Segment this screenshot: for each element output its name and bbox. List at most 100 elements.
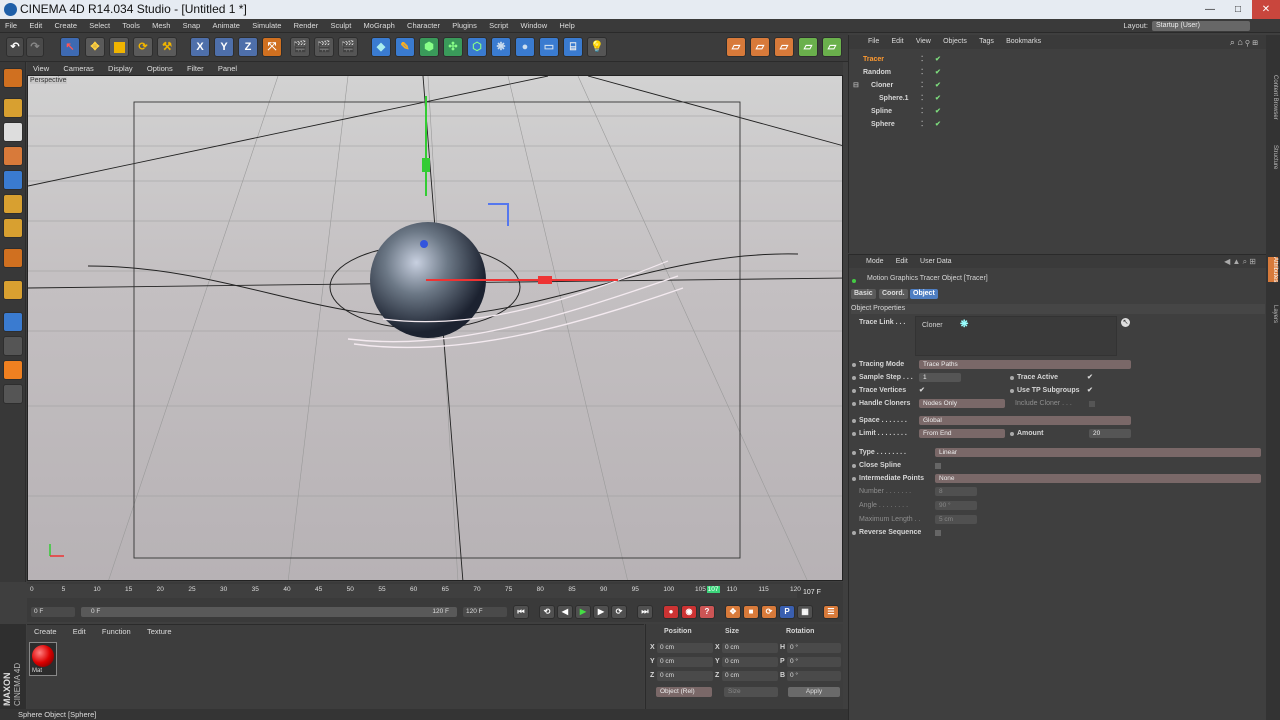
go-to-end-icon[interactable]: ⏭ xyxy=(637,605,653,619)
handle-cloners-select[interactable]: Nodes Only xyxy=(919,399,1005,408)
model-tool-icon[interactable] xyxy=(3,98,23,118)
viewport-menu-cameras[interactable]: Cameras xyxy=(57,62,99,75)
attr-menu-user-data[interactable]: User Data xyxy=(915,255,957,268)
menu-character[interactable]: Character xyxy=(402,19,445,33)
coord-size-mode-select[interactable]: Size xyxy=(724,687,778,697)
material-menu-function[interactable]: Function xyxy=(95,625,138,639)
tracing-mode-select[interactable]: Trace Paths xyxy=(919,360,1131,369)
timeline-playhead[interactable]: 107 xyxy=(706,586,720,593)
visibility-dots-icon[interactable]: ⁚ xyxy=(921,118,923,131)
tab-object[interactable]: Object xyxy=(910,289,938,299)
menu-select[interactable]: Select xyxy=(84,19,115,33)
next-frame-icon[interactable]: ▶ xyxy=(593,605,609,619)
camera-object-icon[interactable]: ⌸ xyxy=(563,37,583,57)
menu-mograph[interactable]: MoGraph xyxy=(359,19,400,33)
trace-active-checkbox[interactable]: ✔ xyxy=(1087,373,1093,383)
start-frame-field[interactable]: 0 F xyxy=(31,607,75,617)
visibility-dots-icon[interactable]: ⁚ xyxy=(921,92,923,105)
object-row-tracer[interactable]: Tracer ⁚ ✔ xyxy=(853,53,1263,66)
viewport-menu-view[interactable]: View xyxy=(27,62,55,75)
material-menu-edit[interactable]: Edit xyxy=(66,625,93,639)
sculpt-tool-icon[interactable] xyxy=(3,360,23,380)
menu-tools[interactable]: Tools xyxy=(117,19,145,33)
viewport-menu-display[interactable]: Display xyxy=(102,62,139,75)
x-axis-lock-button[interactable]: X xyxy=(190,37,210,57)
make-editable-icon[interactable] xyxy=(3,68,23,88)
tab-coord[interactable]: Coord. xyxy=(879,289,908,299)
objmgr-menu-file[interactable]: File xyxy=(863,35,884,49)
layout-select[interactable]: Startup (User) xyxy=(1152,21,1250,31)
use-tp-subgroups-checkbox[interactable]: ✔ xyxy=(1087,386,1093,396)
menu-sculpt[interactable]: Sculpt xyxy=(325,19,356,33)
coord-pos-x-field[interactable]: 0 cm xyxy=(657,643,713,653)
intermediate-points-select[interactable]: None xyxy=(935,474,1261,483)
render-settings-icon[interactable]: 🎬 xyxy=(338,37,358,57)
coord-mode-select[interactable]: Object (Rel) xyxy=(656,687,712,697)
redo-icon[interactable]: ↷ xyxy=(26,37,44,57)
coord-size-z-field[interactable]: 0 cm xyxy=(722,671,778,681)
rotate-tool-icon[interactable]: ⟳ xyxy=(133,37,153,57)
key-pla-icon[interactable]: ▦ xyxy=(797,605,813,619)
recent-tools-icon[interactable]: ⚒ xyxy=(157,37,177,57)
timeline-settings-icon[interactable]: ☰ xyxy=(823,605,839,619)
scene-object-icon[interactable]: ❋ xyxy=(491,37,511,57)
coord-rot-h-field[interactable]: 0 ° xyxy=(787,643,841,653)
amount-field[interactable]: 20 xyxy=(1089,429,1131,438)
light-object-icon[interactable]: 💡 xyxy=(587,37,607,57)
tab-layers[interactable]: Layers xyxy=(1268,305,1278,323)
coord-apply-button[interactable]: Apply xyxy=(788,687,840,697)
autokey-icon[interactable]: ◉ xyxy=(681,605,697,619)
key-parameter-icon[interactable]: P xyxy=(779,605,795,619)
visibility-dots-icon[interactable]: ⁚ xyxy=(921,105,923,118)
prev-key-icon[interactable]: ⟲ xyxy=(539,605,555,619)
undo-icon[interactable]: ↶ xyxy=(6,37,24,57)
objmgr-menu-edit[interactable]: Edit xyxy=(887,35,909,49)
reverse-sequence-checkbox[interactable] xyxy=(935,530,941,536)
visibility-dots-icon[interactable]: ⁚ xyxy=(921,53,923,66)
cube-primitive-icon[interactable]: ◆ xyxy=(371,37,391,57)
window-maximize-button[interactable]: □ xyxy=(1224,0,1252,19)
key-scale-icon[interactable]: ■ xyxy=(743,605,759,619)
render-picture-viewer-icon[interactable]: 🎬 xyxy=(314,37,334,57)
trace-link-pick-icon[interactable]: ↖ xyxy=(1121,318,1130,327)
snap-tool-icon[interactable] xyxy=(3,312,23,332)
coord-rot-b-field[interactable]: 0 ° xyxy=(787,671,841,681)
material-menu-create[interactable]: Create xyxy=(27,625,64,639)
model-mode-icon[interactable]: ▱ xyxy=(798,37,818,57)
menu-simulate[interactable]: Simulate xyxy=(247,19,286,33)
timeline-ruler[interactable]: 0 5 10 15 20 25 30 35 40 45 50 55 60 65 70 75 80 85 90 95 10… xyxy=(27,584,801,598)
number-field[interactable]: 8 xyxy=(935,487,977,496)
maximum-length-field[interactable]: 5 cm xyxy=(935,515,977,524)
record-icon[interactable]: ● xyxy=(663,605,679,619)
texture-tool-icon[interactable] xyxy=(3,122,23,142)
tweak-tool-icon[interactable] xyxy=(3,280,23,300)
perspective-viewport[interactable]: Perspective xyxy=(27,75,843,581)
menu-file[interactable]: File xyxy=(0,19,22,33)
scale-tool-icon[interactable] xyxy=(109,37,129,57)
tab-basic[interactable]: Basic xyxy=(851,289,876,299)
trace-vertices-checkbox[interactable]: ✔ xyxy=(919,386,925,396)
menu-snap[interactable]: Snap xyxy=(178,19,206,33)
coord-pos-z-field[interactable]: 0 cm xyxy=(657,671,713,681)
type-select[interactable]: Linear xyxy=(935,448,1261,457)
deformer-icon[interactable]: ⬡ xyxy=(467,37,487,57)
include-cloner-checkbox[interactable] xyxy=(1089,401,1095,407)
objmgr-menu-view[interactable]: View xyxy=(911,35,936,49)
enabled-check-icon[interactable]: ✔ xyxy=(935,105,941,118)
viewport-menu-filter[interactable]: Filter xyxy=(181,62,210,75)
polygons-tool-icon[interactable] xyxy=(3,218,23,238)
window-minimize-button[interactable]: — xyxy=(1196,0,1224,19)
z-axis-lock-button[interactable]: Z xyxy=(238,37,258,57)
enabled-check-icon[interactable]: ✔ xyxy=(935,92,941,105)
visibility-dots-icon[interactable]: ⁚ xyxy=(921,66,923,79)
angle-field[interactable]: 90 ° xyxy=(935,501,977,510)
object-row-random[interactable]: Random ⁚ ✔ xyxy=(853,66,1263,79)
rotation-band[interactable] xyxy=(488,203,509,226)
points-tool-icon[interactable] xyxy=(3,170,23,190)
points-mode-icon[interactable]: ▱ xyxy=(726,37,746,57)
menu-plugins[interactable]: Plugins xyxy=(447,19,482,33)
visibility-dots-icon[interactable]: ⁚ xyxy=(921,79,923,92)
key-position-icon[interactable]: ✥ xyxy=(725,605,741,619)
tab-structure[interactable]: Structure xyxy=(1268,145,1278,169)
space-select[interactable]: Global xyxy=(919,416,1131,425)
